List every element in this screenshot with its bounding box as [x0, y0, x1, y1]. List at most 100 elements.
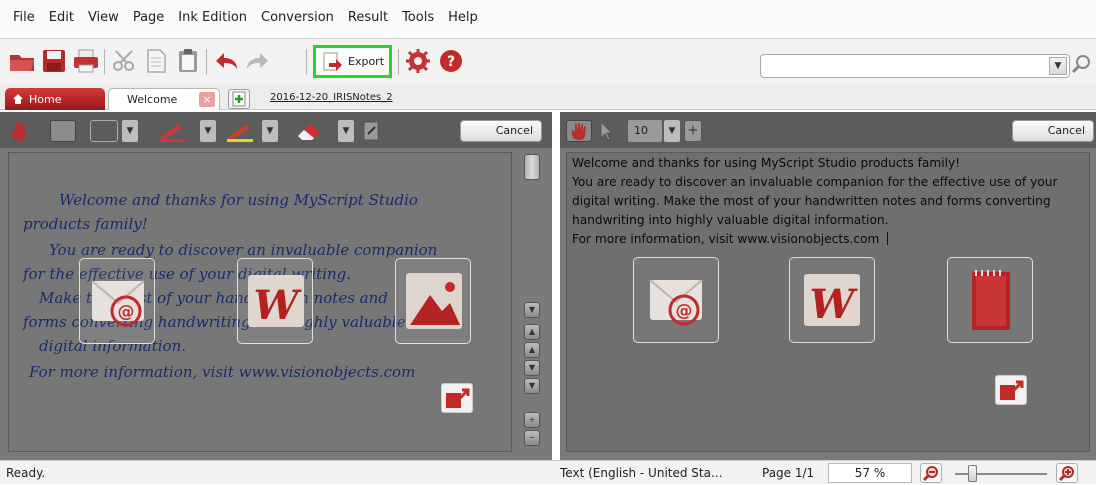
cut-icon[interactable]	[110, 47, 138, 75]
copy-icon[interactable]	[142, 47, 170, 75]
handwriting-line: products family!	[23, 215, 148, 233]
zoom-level[interactable]: 57 %	[828, 463, 912, 483]
menu-help[interactable]: Help	[441, 10, 485, 25]
handwriting-line: For more information, visit www.visionob…	[29, 363, 416, 381]
svg-text:W: W	[810, 281, 859, 328]
add-page-icon[interactable]: +	[524, 412, 540, 428]
hand-tool-icon[interactable]	[8, 120, 30, 142]
close-icon[interactable]: ×	[199, 92, 215, 107]
toolbar-divider	[398, 49, 399, 75]
zoom-out-icon[interactable]	[920, 463, 942, 483]
next-page-icon[interactable]: ▼	[524, 360, 540, 376]
camera-tool-icon[interactable]	[50, 120, 76, 142]
add-document-icon	[232, 91, 246, 107]
svg-text:W: W	[254, 282, 303, 329]
svg-text:@: @	[676, 301, 693, 321]
save-icon[interactable]	[40, 47, 68, 75]
search-input[interactable]: ▼	[760, 54, 1070, 78]
recognized-line: digital writing. Make the most of your h…	[572, 194, 1051, 208]
toolbar-divider	[306, 49, 307, 75]
eraser-tool-icon[interactable]	[290, 120, 334, 142]
toolbar-divider	[206, 49, 207, 75]
chevron-down-icon[interactable]: ▼	[262, 120, 278, 142]
svg-text:?: ?	[447, 54, 455, 70]
status-text: Ready.	[6, 466, 46, 480]
menu-conversion[interactable]: Conversion	[254, 10, 341, 25]
text-panel: 10 ▼ + Cancel Welcome and thanks for usi…	[560, 112, 1096, 460]
zoom-in-icon[interactable]	[1056, 463, 1078, 483]
tab-welcome-label: Welcome	[127, 93, 178, 106]
menu-result[interactable]: Result	[341, 10, 395, 25]
edit-page-icon[interactable]	[360, 120, 382, 142]
menu-bar: File Edit View Page Ink Edition Conversi…	[0, 0, 1096, 34]
image-export-icon[interactable]	[395, 258, 471, 344]
open-external-icon[interactable]	[995, 375, 1027, 405]
tab-home[interactable]: Home	[5, 88, 105, 110]
handwriting-line: Welcome and thanks for using MyScript St…	[59, 191, 418, 209]
font-size-field[interactable]: 10	[628, 120, 662, 142]
export-icon	[323, 52, 342, 71]
email-export-icon[interactable]: @	[633, 257, 719, 343]
document-link[interactable]: 2016-12-20_IRISNotes_2	[270, 92, 393, 103]
language-indicator[interactable]: Text (English - United Sta...	[560, 466, 722, 480]
recognized-line: Welcome and thanks for using MyScript St…	[572, 156, 961, 170]
help-icon[interactable]: ?	[437, 47, 465, 75]
menu-view[interactable]: View	[81, 10, 126, 25]
word-export-icon[interactable]: W	[237, 258, 313, 344]
open-folder-icon[interactable]	[8, 47, 36, 75]
word-export-icon[interactable]: W	[789, 257, 875, 343]
recognized-text-area[interactable]: Welcome and thanks for using MyScript St…	[566, 152, 1090, 452]
notebook-export-icon[interactable]	[947, 257, 1033, 343]
toolbar-divider	[104, 49, 105, 75]
main-toolbar: Export ? ▼	[0, 38, 1096, 84]
recognized-line: handwriting into highly valuable digital…	[572, 213, 889, 227]
export-button[interactable]: Export	[313, 45, 392, 78]
vertical-scrollbar[interactable]: ▼ ▲ ▲ ▼ ▼ + −	[520, 152, 544, 452]
hand-tool-icon[interactable]	[566, 120, 592, 142]
chevron-down-icon[interactable]: ▼	[1049, 57, 1067, 75]
cancel-button-right[interactable]: Cancel	[1012, 120, 1094, 142]
gear-icon[interactable]	[404, 47, 432, 75]
tab-welcome[interactable]: Welcome ×	[108, 88, 220, 110]
add-icon[interactable]: +	[684, 120, 702, 142]
remove-page-icon[interactable]: −	[524, 430, 540, 446]
home-icon	[13, 94, 23, 104]
previous-page-icon[interactable]: ▲	[524, 342, 540, 358]
menu-tools[interactable]: Tools	[395, 10, 441, 25]
recognized-line: You are ready to discover an invaluable …	[572, 175, 1058, 189]
paste-icon[interactable]	[174, 47, 202, 75]
chevron-down-icon[interactable]: ▼	[664, 120, 680, 142]
zoom-slider-thumb[interactable]	[968, 465, 977, 482]
selection-rectangle-icon[interactable]	[90, 120, 118, 142]
menu-file[interactable]: File	[6, 10, 42, 25]
tab-home-label: Home	[29, 92, 62, 106]
chevron-down-icon[interactable]: ▼	[338, 120, 354, 142]
cancel-button-left[interactable]: Cancel	[460, 120, 542, 142]
add-tab-button[interactable]	[228, 89, 250, 109]
chevron-down-icon[interactable]: ▼	[524, 302, 540, 318]
recognized-text[interactable]: Welcome and thanks for using MyScript St…	[572, 154, 1092, 249]
first-page-icon[interactable]: ▲	[524, 324, 540, 340]
chevron-down-icon[interactable]: ▼	[122, 120, 138, 142]
redo-icon[interactable]	[244, 47, 272, 75]
highlighter-tool-icon[interactable]	[224, 120, 256, 142]
undo-icon[interactable]	[212, 47, 240, 75]
print-icon[interactable]	[72, 47, 100, 75]
status-bar: Ready. Text (English - United Sta... Pag…	[0, 460, 1096, 484]
chevron-down-icon[interactable]: ▼	[200, 120, 216, 142]
open-external-icon[interactable]	[441, 383, 473, 413]
handwriting-canvas[interactable]: Welcome and thanks for using MyScript St…	[8, 152, 512, 452]
text-toolbar: 10 ▼ + Cancel	[560, 112, 1096, 148]
scrollbar-thumb[interactable]	[524, 154, 540, 180]
recognized-line: For more information, visit www.visionob…	[572, 232, 880, 246]
menu-ink-edition[interactable]: Ink Edition	[171, 10, 254, 25]
svg-text:@: @	[118, 302, 135, 322]
handwriting-line: You are ready to discover an invaluable …	[49, 241, 438, 259]
pen-tool-icon[interactable]	[156, 120, 188, 142]
last-page-icon[interactable]: ▼	[524, 378, 540, 394]
menu-page[interactable]: Page	[126, 10, 171, 25]
search-icon[interactable]	[1070, 52, 1094, 76]
email-export-icon[interactable]: @	[79, 258, 155, 344]
pointer-tool-icon[interactable]	[598, 120, 614, 142]
menu-edit[interactable]: Edit	[42, 10, 81, 25]
